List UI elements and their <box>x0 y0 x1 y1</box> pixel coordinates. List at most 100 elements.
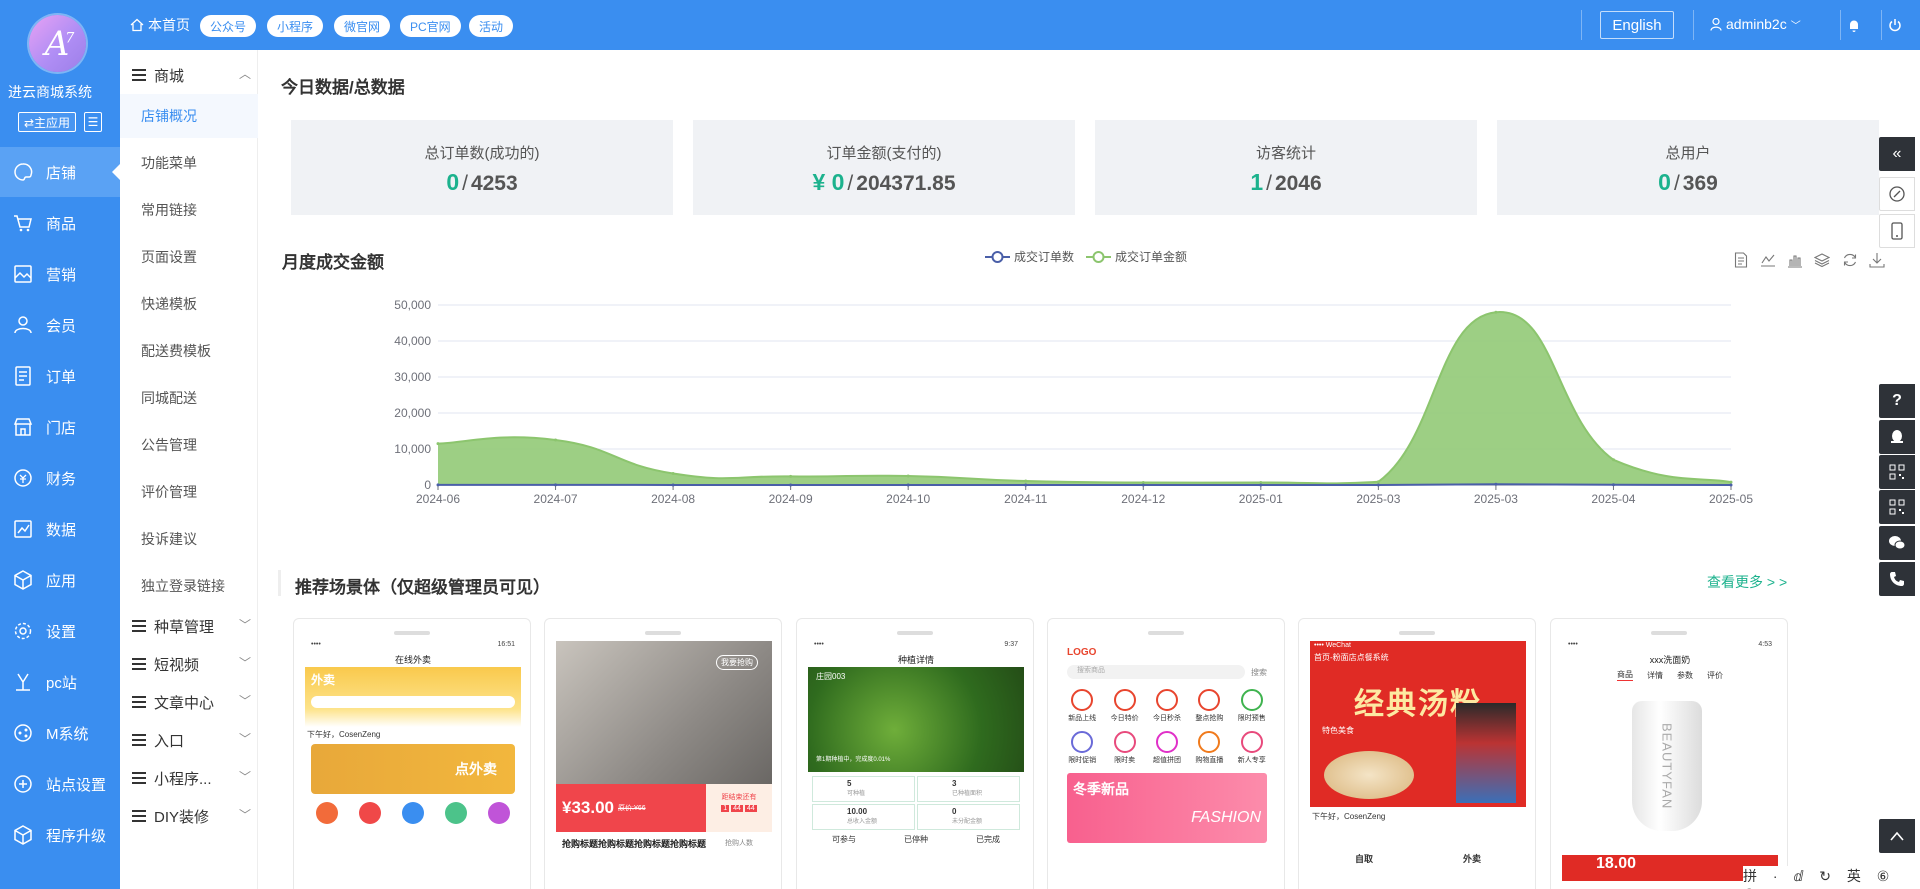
data-point-orders <box>1611 483 1615 487</box>
stat-value: 5 <box>847 779 852 788</box>
mall-category-icon <box>1113 731 1136 753</box>
phone-notch <box>1148 631 1184 635</box>
chevron-down-icon: ﹀ <box>238 731 251 746</box>
search-button: 搜索 <box>1251 667 1267 677</box>
category-icon <box>358 802 381 824</box>
phone-title: xxx洗面奶 <box>1649 654 1691 665</box>
data-point-amount <box>1494 310 1498 314</box>
nav-item-13[interactable]: 程序升级 <box>0 810 120 860</box>
data-point-amount <box>789 474 793 478</box>
qq-icon[interactable] <box>1879 420 1915 454</box>
banner-title: 冬季新品 <box>1073 781 1129 797</box>
nav-item-9[interactable]: 设置 <box>0 606 120 656</box>
mall-icon-label: 超值拼团 <box>1152 757 1181 764</box>
submenu-group-4[interactable]: 小程序... ﹀ <box>132 765 252 791</box>
data-point-orders <box>554 483 558 487</box>
chart-icon <box>12 518 34 540</box>
submenu-group-5[interactable]: DIY装修 ﹀ <box>132 803 252 829</box>
submenu-group-label: DIY装修 <box>154 808 210 826</box>
x-tick-label: 2025-03 <box>1474 492 1518 506</box>
scene-card-noodle[interactable]: •••• WeChat 首页-粉面店点餐系统 经典汤粉 特色美食 下午好，Cos… <box>1298 618 1536 889</box>
category-icons <box>305 802 521 824</box>
data-point-orders <box>671 483 675 487</box>
submenu-group-0[interactable]: 种草管理 ﹀ <box>132 613 252 639</box>
data-point-orders <box>1494 482 1498 486</box>
phone-title: 首页-粉面店点餐系统 <box>1314 653 1389 662</box>
scene-card-flash-sale[interactable]: 我要抢购 ¥33.00 原价:¥66 距结束还有 1 44 44 抢购标题抢购标… <box>544 618 782 889</box>
tab-detail: 详情 <box>1647 670 1663 680</box>
phone-screen: LOGO 搜索商品 搜索 新品上线 今日特价 今日秒杀 整点抢购 限时预售 限时促销 限时卖… <box>1059 641 1275 889</box>
scene-card-planting[interactable]: •••• 9:37 种植详情 庄园003 第1期种植中，完成度0.01% 5 可种植… <box>796 618 1034 889</box>
stat-label: 总收入金额 <box>847 819 878 825</box>
help-icon[interactable]: ? <box>1879 384 1915 418</box>
field-name: 庄园003 <box>816 672 846 681</box>
mall-icon-item: 今日特价 <box>1103 689 1145 723</box>
mall-icon-item: 限时促销 <box>1061 731 1103 765</box>
mall-category-icon <box>1155 731 1178 753</box>
submenu-group-1[interactable]: 短视频 ﹀ <box>132 651 252 677</box>
submenu-item-9[interactable]: 投诉建议 <box>120 517 258 561</box>
scene-card-takeout[interactable]: •••• 16:51 在线外卖 外卖 下午好，CosenZeng 点外卖 <box>293 618 531 889</box>
mobile-preview-icon[interactable] <box>1879 214 1915 248</box>
product-desc: 抢购标题抢购标题抢购标题抢购标题 <box>562 839 707 849</box>
qrcode-icon[interactable] <box>1879 455 1915 489</box>
chevron-down-icon: ﹀ <box>238 769 251 784</box>
countdown-seconds: 44 <box>744 805 757 812</box>
link-icon[interactable] <box>1879 177 1915 211</box>
product-photo: 我要抢购 <box>556 641 772 784</box>
y-tick-label: 20,000 <box>394 406 431 420</box>
nav-label: 数据 <box>46 521 77 539</box>
data-point-amount <box>671 471 675 475</box>
collapse-arrow-icon[interactable]: « <box>1879 137 1915 171</box>
nav-item-12[interactable]: 站点设置 <box>0 759 120 809</box>
mall-icon-item: 今日秒杀 <box>1146 689 1188 723</box>
data-point-orders <box>789 483 793 487</box>
search-placeholder: 搜索商品 <box>1067 665 1245 679</box>
scene-card-cleanser[interactable]: •••• 4:53 xxx洗面奶 商品 详情 参数 评价 BEAUTYFAN 18… <box>1550 618 1788 889</box>
data-point-amount <box>436 442 440 446</box>
ime-toolbar[interactable]: 拼 · ⅆ ↻ 英 ⑥ ⑦ <box>1743 866 1920 889</box>
list-icon <box>132 810 146 822</box>
wechat-icon[interactable] <box>1879 526 1915 560</box>
stat-cell: 0 未分配金额 <box>917 804 1020 830</box>
status-bar: •••• 16:51 <box>311 641 515 648</box>
submenu-item-10[interactable]: 独立登录链接 <box>120 564 258 608</box>
planting-tabs: 可参与 已停种 已完成 <box>808 834 1024 845</box>
mall-category-icon <box>1071 689 1094 711</box>
mall-icon-label: 限时预售 <box>1237 715 1266 722</box>
banner-text: 点外卖 <box>455 761 497 777</box>
monthly-amount-chart: 0 10,000 20,000 30,000 40,000 50,000 2024-06 20… <box>394 298 1753 506</box>
nav-item-11[interactable]: M系统 <box>0 708 120 758</box>
phone-icon[interactable] <box>1879 562 1915 596</box>
phone-screen: •••• WeChat 首页-粉面店点餐系统 经典汤粉 特色美食 下午好，Cos… <box>1310 641 1526 889</box>
list-icon <box>132 658 146 670</box>
phone-screen: 我要抢购 ¥33.00 原价:¥66 距结束还有 1 44 44 抢购标题抢购标… <box>556 641 772 889</box>
nav-label: 站点设置 <box>46 776 107 794</box>
submenu-group-3[interactable]: 入口 ﹀ <box>132 727 252 753</box>
view-more-link[interactable]: 查看更多 > > <box>1707 572 1787 592</box>
stat-cell: 3 已种植面积 <box>917 776 1020 802</box>
nav-item-8[interactable]: 应用 <box>0 555 120 605</box>
scene-card-mall[interactable]: LOGO 搜索商品 搜索 新品上线 今日特价 今日秒杀 整点抢购 限时预售 限时促销 限时卖… <box>1047 618 1285 889</box>
x-tick-label: 2025-04 <box>1591 492 1635 506</box>
nav-item-10[interactable]: pc站 <box>0 657 120 707</box>
mall-category-icon <box>1071 731 1094 753</box>
y-tick-label: 30,000 <box>394 370 431 384</box>
back-to-top-icon[interactable] <box>1879 819 1915 853</box>
submenu-group-2[interactable]: 文章中心 ﹀ <box>132 689 252 715</box>
product-tabs: 商品 详情 参数 评价 <box>1562 667 1778 683</box>
delivery-button: 外卖 <box>1462 854 1481 864</box>
submenu-group-label: 种草管理 <box>154 618 215 636</box>
tab-params: 参数 <box>1677 670 1693 680</box>
mall-category-icon <box>1240 731 1263 753</box>
stat-cell: 10.00 总收入金额 <box>812 804 915 830</box>
data-point-amount <box>1729 480 1733 484</box>
mall-icon-item: 限时卖 <box>1103 731 1145 765</box>
qrcode-icon[interactable] <box>1879 490 1915 524</box>
phone-notch <box>1651 631 1687 635</box>
site-icon <box>12 773 34 795</box>
category-icon <box>488 802 511 824</box>
x-tick-label: 2025-05 <box>1709 492 1753 506</box>
status-bar: •••• 9:37 <box>814 641 1018 648</box>
takeout-header: 外卖 <box>305 667 521 727</box>
